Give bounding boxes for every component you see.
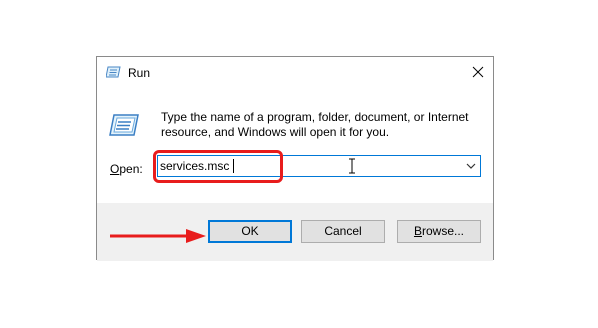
instruction-text: Type the name of a program, folder, docu…: [161, 110, 469, 139]
text-cursor-icon: [349, 158, 355, 174]
run-icon: [106, 66, 121, 78]
browse-mnemonic: B: [413, 224, 422, 238]
close-icon: [472, 66, 484, 78]
chevron-down-icon[interactable]: [466, 162, 476, 170]
cancel-button[interactable]: Cancel: [301, 220, 385, 243]
input-highlight-box: [153, 150, 283, 183]
browse-label: rowse...: [422, 224, 465, 238]
open-label-text: pen:: [119, 162, 143, 176]
ok-button[interactable]: OK: [208, 220, 292, 243]
close-button[interactable]: [463, 57, 493, 87]
arrow-right-icon: [110, 229, 206, 243]
window-title: Run: [128, 66, 151, 80]
title-bar: Run: [97, 57, 493, 87]
browse-button[interactable]: Browse...: [397, 220, 481, 243]
run-icon: [109, 114, 139, 136]
open-label-mnemonic: O: [110, 162, 120, 176]
open-label: Open:: [110, 162, 143, 176]
